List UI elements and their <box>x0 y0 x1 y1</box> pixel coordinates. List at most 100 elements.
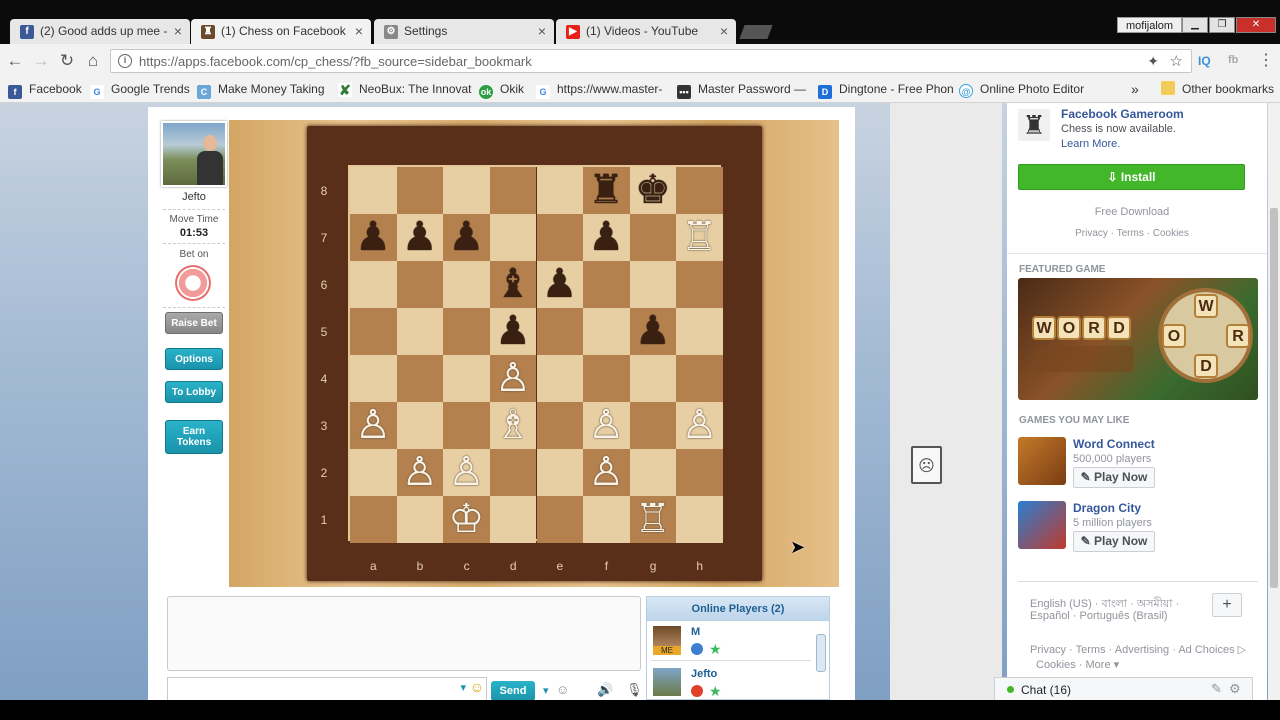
close-icon[interactable]: × <box>355 19 363 44</box>
speaker-icon[interactable]: 🔊 <box>597 682 613 698</box>
raise-bet-button[interactable]: Raise Bet <box>165 312 223 334</box>
square-b8[interactable] <box>396 167 444 214</box>
star-icon[interactable]: ☆ <box>1170 52 1183 70</box>
chess-piece-f2[interactable]: ♙ <box>583 449 629 496</box>
square-a8[interactable] <box>350 167 397 214</box>
chess-piece-f8[interactable]: ♜ <box>583 167 629 214</box>
player-row[interactable]: Jefto ★ <box>651 665 811 703</box>
dropdown-icon[interactable]: ▾ <box>460 681 466 694</box>
square-a1[interactable] <box>350 496 397 543</box>
chess-piece-f7[interactable]: ♟ <box>583 214 629 261</box>
square-a6[interactable] <box>350 261 397 308</box>
square-b3[interactable] <box>396 402 444 449</box>
chat-input[interactable]: ▾ ☺ <box>167 677 487 701</box>
square-f5[interactable] <box>583 308 630 355</box>
dropdown-icon[interactable]: ▾ <box>543 684 549 697</box>
chess-piece-e6[interactable]: ♟ <box>537 261 583 308</box>
square-a4[interactable] <box>350 355 397 402</box>
square-g3[interactable] <box>629 402 677 449</box>
chess-piece-h3[interactable]: ♙ <box>676 402 722 449</box>
square-g7[interactable] <box>629 214 677 261</box>
compose-icon[interactable]: ✎ <box>1211 681 1222 697</box>
footer-links[interactable]: Privacy · Terms · Advertising · Ad Choic… <box>1030 643 1246 656</box>
square-c5[interactable] <box>443 308 490 355</box>
minimize-icon[interactable]: ▁ <box>1182 17 1208 33</box>
chess-piece-d6[interactable]: ♝ <box>490 261 536 308</box>
chess-piece-g1[interactable]: ♖ <box>630 496 676 543</box>
square-c3[interactable] <box>443 402 490 449</box>
chess-piece-d5[interactable]: ♟ <box>490 308 536 355</box>
square-e2[interactable] <box>536 449 584 496</box>
bookmark-master-password[interactable]: ••• Master Password — <box>677 81 806 99</box>
bookmark-dingtone[interactable]: D Dingtone - Free Phon <box>818 81 954 99</box>
iq-extension-icon[interactable]: IQ <box>1198 54 1211 68</box>
gift-icon[interactable]: ☺ <box>556 682 569 697</box>
chess-piece-a3[interactable]: ♙ <box>350 402 396 449</box>
bookmark-other[interactable]: Other bookmarks <box>1161 81 1274 97</box>
square-e7[interactable] <box>536 214 584 261</box>
options-button[interactable]: Options <box>165 348 223 370</box>
address-bar[interactable]: i https://apps.facebook.com/cp_chess/?fb… <box>110 49 1192 73</box>
square-b4[interactable] <box>396 355 444 402</box>
square-g2[interactable] <box>629 449 677 496</box>
bookmark-photo-editor[interactable]: @ Online Photo Editor <box>959 81 1084 98</box>
square-f4[interactable] <box>583 355 630 402</box>
restore-icon[interactable]: ❐ <box>1209 17 1235 33</box>
square-f6[interactable] <box>583 261 630 308</box>
square-c4[interactable] <box>443 355 490 402</box>
forward-icon[interactable]: → <box>30 50 52 72</box>
chess-piece-g8[interactable]: ♚ <box>630 167 676 214</box>
square-h5[interactable] <box>676 308 723 355</box>
extension-puzzle-icon[interactable]: ✦ <box>1147 53 1159 70</box>
square-h4[interactable] <box>676 355 723 402</box>
chess-piece-c2[interactable]: ♙ <box>443 449 489 496</box>
bookmark-facebook[interactable]: f Facebook <box>8 81 82 99</box>
menu-icon[interactable]: ⋮ <box>1258 50 1274 70</box>
footer-links[interactable]: Cookies · More ▾ <box>1036 658 1119 671</box>
chess-piece-f3[interactable]: ♙ <box>583 402 629 449</box>
avatar[interactable] <box>161 121 227 187</box>
microphone-icon[interactable]: 🎙 <box>626 682 643 698</box>
square-g4[interactable] <box>629 355 677 402</box>
chess-piece-c1[interactable]: ♔ <box>443 496 489 543</box>
square-e5[interactable] <box>536 308 584 355</box>
gameroom-title[interactable]: Facebook Gameroom <box>1061 107 1184 121</box>
tab-good-adds[interactable]: f (2) Good adds up mee - × <box>10 19 190 44</box>
players-scrollbar[interactable] <box>816 634 826 672</box>
bookmark-master[interactable]: Ghttps://www.master- <box>536 81 662 99</box>
square-b6[interactable] <box>396 261 444 308</box>
square-d7[interactable] <box>489 214 537 261</box>
languages-line[interactable]: Español · Português (Brasil) <box>1030 610 1168 622</box>
word-connect-thumbnail[interactable] <box>1018 437 1066 485</box>
chess-piece-b7[interactable]: ♟ <box>397 214 443 261</box>
game-title[interactable]: Word Connect <box>1073 437 1155 451</box>
profile-button[interactable]: mofijalom <box>1117 17 1183 33</box>
bookmark-google-trends[interactable]: G Google Trends <box>90 81 190 99</box>
chess-board[interactable]: ♜ ♚ ♟ ♟ ♟ ♟ ♖ ♝ ♟ ♟ ♟ ♙ ♙ ♗ ♙ ♙ ♙ ♙ ♙ ♔ ♖ <box>348 165 723 543</box>
featured-game-banner[interactable]: W O R D W O R D <box>1018 278 1258 400</box>
reload-icon[interactable]: ↻ <box>56 50 78 72</box>
bookmark-okik[interactable]: ok Okik <box>479 81 524 99</box>
install-button[interactable]: ⇩ Install <box>1018 164 1245 190</box>
close-icon[interactable]: × <box>720 19 728 44</box>
home-icon[interactable]: ⌂ <box>82 50 104 72</box>
player-row[interactable]: ME M ★ <box>651 623 811 661</box>
square-a2[interactable] <box>350 449 397 496</box>
chess-piece-a7[interactable]: ♟ <box>350 214 396 261</box>
square-e1[interactable] <box>536 496 584 543</box>
tab-settings[interactable]: ⚙ Settings × <box>374 19 554 44</box>
more-bookmarks-icon[interactable]: » <box>1131 81 1139 97</box>
send-button[interactable]: Send <box>491 681 535 701</box>
square-d8[interactable] <box>489 167 537 214</box>
square-a5[interactable] <box>350 308 397 355</box>
square-h8[interactable] <box>676 167 723 214</box>
tab-chess[interactable]: ♜ (1) Chess on Facebook × <box>191 19 371 44</box>
close-icon[interactable]: × <box>174 19 182 44</box>
bookmark-neobux[interactable]: ✘ NeoBux: The Innovat <box>338 81 472 97</box>
square-c8[interactable] <box>443 167 490 214</box>
square-b1[interactable] <box>396 496 444 543</box>
square-e8[interactable] <box>536 167 584 214</box>
chess-piece-g5[interactable]: ♟ <box>630 308 676 355</box>
privacy-terms-links[interactable]: Privacy · Terms · Cookies <box>1007 228 1257 239</box>
chess-piece-h7[interactable]: ♖ <box>676 214 722 261</box>
